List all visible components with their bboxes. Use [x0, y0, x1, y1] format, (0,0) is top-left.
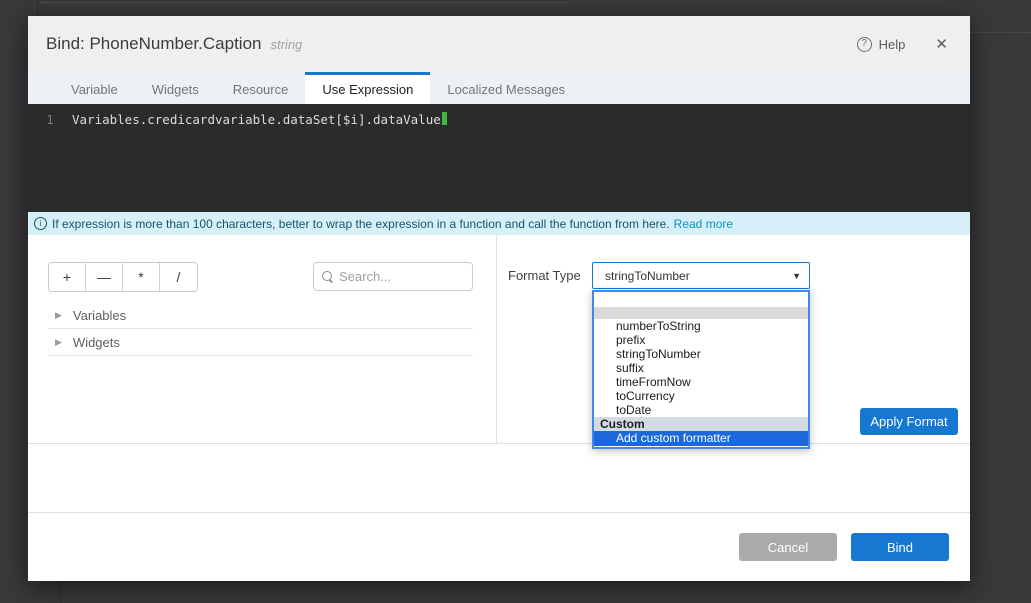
help-button[interactable]: ? Help — [857, 37, 906, 52]
expression-helper-panel: + — * / ▶ Variables ▶ Widgets — [28, 235, 497, 444]
tab-localized-messages[interactable]: Localized Messages — [430, 72, 582, 104]
dropdown-option-blank[interactable] — [594, 292, 808, 307]
bind-dialog: Bind: PhoneNumber.Caption string ? Help … — [28, 16, 970, 581]
dropdown-option-prefix[interactable]: prefix — [594, 333, 808, 347]
editor-caret — [442, 112, 447, 125]
read-more-link[interactable]: Read more — [674, 217, 733, 231]
help-icon: ? — [857, 37, 872, 52]
dropdown-option-timeFromNow[interactable]: timeFromNow — [594, 375, 808, 389]
dropdown-option-toCurrency[interactable]: toCurrency — [594, 389, 808, 403]
backdrop-vertical-line-bottom — [60, 581, 61, 603]
search-field — [313, 262, 473, 291]
backdrop-dotted-line-right — [970, 32, 1031, 33]
expression-editor[interactable]: 1 Variables.credicardvariable.dataSet[$i… — [28, 104, 970, 212]
backdrop-dotted-line-top — [40, 2, 570, 3]
tab-bar: Variable Widgets Resource Use Expression… — [28, 72, 970, 104]
format-type-selected-value: stringToNumber — [605, 269, 792, 283]
chevron-right-icon: ▶ — [55, 310, 62, 321]
help-label: Help — [879, 37, 906, 52]
dialog-type-label: string — [270, 37, 302, 52]
plus-operator-button[interactable]: + — [49, 263, 86, 291]
tree-item-variables[interactable]: ▶ Variables — [48, 302, 473, 329]
dialog-header: Bind: PhoneNumber.Caption string ? Help … — [28, 16, 970, 72]
tab-widgets[interactable]: Widgets — [135, 72, 216, 104]
dropdown-group-custom: Custom — [594, 417, 808, 431]
operator-toolbar: + — * / — [48, 262, 473, 292]
dropdown-option-suffix[interactable]: suffix — [594, 361, 808, 375]
tree-item-label: Variables — [73, 308, 126, 323]
bind-button[interactable]: Bind — [851, 533, 949, 561]
format-type-label: Format Type — [508, 268, 581, 283]
binding-tree: ▶ Variables ▶ Widgets — [48, 302, 473, 356]
tab-use-expression[interactable]: Use Expression — [305, 72, 430, 104]
chevron-down-icon: ▼ — [792, 271, 801, 281]
dialog-body: + — * / ▶ Variables ▶ Widgets — [28, 235, 970, 444]
apply-format-button[interactable]: Apply Format — [860, 408, 958, 435]
minus-operator-button[interactable]: — — [86, 263, 123, 291]
tree-item-widgets[interactable]: ▶ Widgets — [48, 329, 473, 356]
cancel-button[interactable]: Cancel — [739, 533, 837, 561]
tree-item-label: Widgets — [73, 335, 120, 350]
backdrop-vertical-line-top — [37, 0, 38, 16]
info-message: If expression is more than 100 character… — [52, 217, 670, 231]
format-type-select[interactable]: stringToNumber ▼ — [592, 262, 810, 289]
dropdown-option-toDate[interactable]: toDate — [594, 403, 808, 417]
dialog-footer: Cancel Bind — [28, 512, 970, 581]
dropdown-option-add-custom-formatter[interactable]: Add custom formatter — [594, 431, 808, 446]
info-bar: i If expression is more than 100 charact… — [28, 212, 970, 235]
editor-line: 1 Variables.credicardvariable.dataSet[$i… — [28, 104, 970, 127]
operator-button-group: + — * / — [48, 262, 198, 292]
tab-variable[interactable]: Variable — [54, 72, 135, 104]
tab-resource[interactable]: Resource — [216, 72, 306, 104]
search-icon — [322, 271, 333, 282]
close-icon[interactable]: ✕ — [935, 35, 948, 53]
divide-operator-button[interactable]: / — [160, 263, 197, 291]
chevron-right-icon: ▶ — [55, 337, 62, 348]
info-icon: i — [34, 217, 47, 230]
dropdown-option-blank-highlighted[interactable] — [594, 307, 808, 319]
format-panel: Format Type stringToNumber ▼ numberToStr… — [497, 235, 970, 444]
editor-line-number: 1 — [28, 112, 72, 127]
editor-code: Variables.credicardvariable.dataSet[$i].… — [72, 112, 441, 127]
dropdown-option-stringToNumber[interactable]: stringToNumber — [594, 347, 808, 361]
dialog-title: Bind: PhoneNumber.Caption — [46, 34, 261, 54]
search-input[interactable] — [339, 269, 459, 284]
format-type-dropdown: numberToString prefix stringToNumber suf… — [592, 290, 810, 449]
dropdown-option-numberToString[interactable]: numberToString — [594, 319, 808, 333]
multiply-operator-button[interactable]: * — [123, 263, 160, 291]
